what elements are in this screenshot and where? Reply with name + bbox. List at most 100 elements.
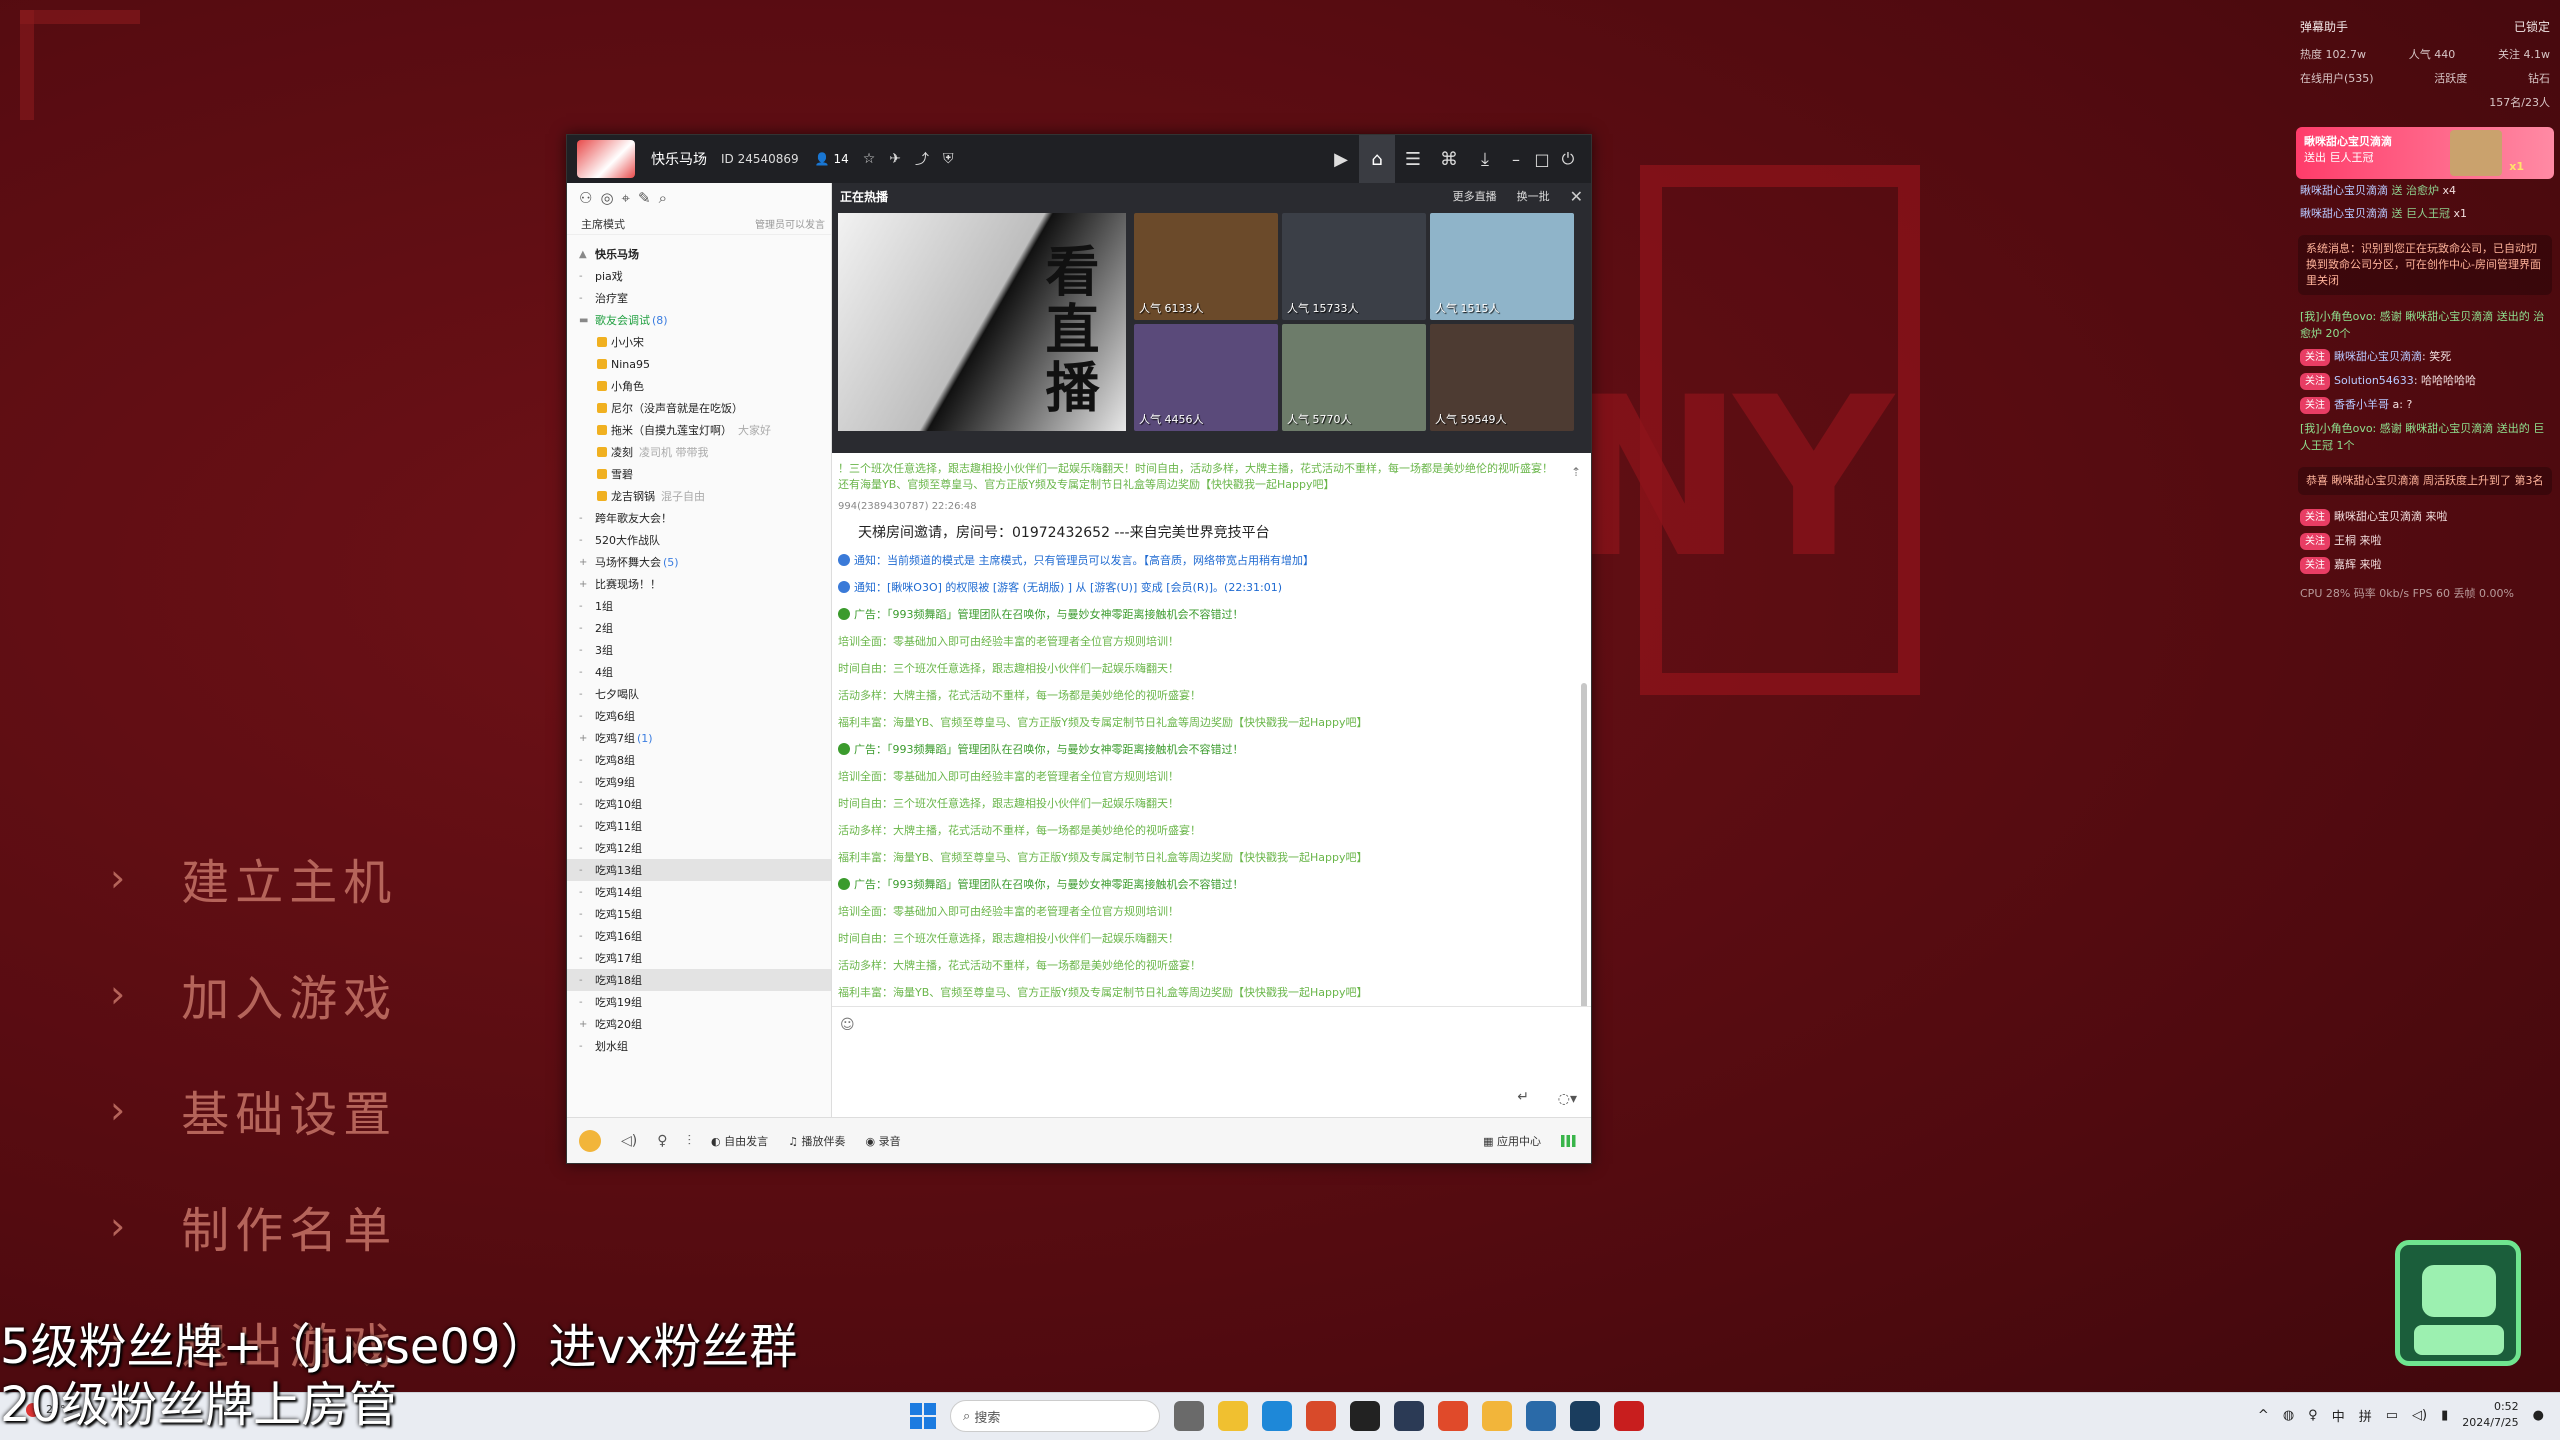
taskbar-search[interactable]: ⌕ 搜索: [950, 1400, 1160, 1432]
expand-toggle-icon[interactable]: -: [579, 645, 589, 656]
channel-item[interactable]: + 吃鸡7组 (1): [567, 727, 831, 749]
ime-mode[interactable]: 中: [2332, 1406, 2345, 1425]
channel-item[interactable]: - 吃鸡14组: [567, 881, 831, 903]
location-icon[interactable]: ⌖: [622, 189, 630, 207]
equalizer-icon[interactable]: ⫶: [688, 1133, 692, 1149]
expand-toggle-icon[interactable]: -: [579, 909, 589, 920]
channel-item[interactable]: -3组: [567, 639, 831, 661]
channel-user[interactable]: 雪碧: [567, 463, 831, 485]
channel-item[interactable]: ▬ 歌友会调试 (8): [567, 309, 831, 331]
danmu-active[interactable]: 活跃度: [2434, 69, 2467, 89]
expand-toggle-icon[interactable]: -: [579, 997, 589, 1008]
channel-item[interactable]: - 吃鸡10组: [567, 793, 831, 815]
danmu-lock-status[interactable]: 已锁定: [2514, 18, 2550, 35]
expand-toggle-icon[interactable]: -: [579, 293, 589, 304]
channel-item[interactable]: - pia戏: [567, 265, 831, 287]
free-speak-button[interactable]: ◐ 自由发言: [711, 1133, 768, 1149]
channel-item[interactable]: - 吃鸡6组: [567, 705, 831, 727]
channel-item[interactable]: - 吃鸡18组: [567, 969, 831, 991]
channel-item[interactable]: -4组: [567, 661, 831, 683]
display-icon[interactable]: ▭: [2386, 1408, 2398, 1423]
channel-user[interactable]: Nina95: [567, 353, 831, 375]
send-icon[interactable]: ↵: [1517, 1089, 1529, 1105]
live-thumbnail[interactable]: 人气 1515人: [1430, 213, 1574, 320]
taskbar-app[interactable]: [1614, 1401, 1644, 1431]
channel-user[interactable]: 小角色: [567, 375, 831, 397]
taskbar-app[interactable]: [1262, 1401, 1292, 1431]
clock[interactable]: 0:52 2024/7/25: [2462, 1399, 2518, 1431]
taskbar-app[interactable]: [1306, 1401, 1336, 1431]
more-live-link[interactable]: 更多直播: [1453, 188, 1497, 204]
expand-toggle-icon[interactable]: +: [579, 557, 589, 568]
channel-item[interactable]: - 吃鸡9组: [567, 771, 831, 793]
channel-user[interactable]: 尼尔（没声音就是在吃饭）: [567, 397, 831, 419]
channel-item[interactable]: -2组: [567, 617, 831, 639]
expand-toggle-icon[interactable]: -: [579, 843, 589, 854]
channel-item[interactable]: - 治疗室: [567, 287, 831, 309]
gamepad-icon[interactable]: ⌘: [1431, 135, 1467, 183]
user-icon[interactable]: ⚇: [579, 189, 592, 207]
expand-toggle-icon[interactable]: -: [579, 887, 589, 898]
expand-toggle-icon[interactable]: -: [579, 513, 589, 524]
channel-item[interactable]: - 七夕喝队: [567, 683, 831, 705]
share-icon[interactable]: ⤴: [915, 149, 929, 169]
menu-host-game[interactable]: › 建立主机: [110, 820, 397, 936]
expand-toggle-icon[interactable]: ▲: [579, 249, 589, 260]
channel-item[interactable]: -1组: [567, 595, 831, 617]
microphone-icon[interactable]: ♀: [657, 1133, 667, 1149]
taskbar-app[interactable]: [1570, 1401, 1600, 1431]
minimize-icon[interactable]: –: [1503, 150, 1529, 169]
mic-icon[interactable]: ♀: [2308, 1408, 2318, 1423]
chat-icon[interactable]: ◎: [600, 189, 613, 207]
taskbar-app[interactable]: [1174, 1401, 1204, 1431]
emoji-icon[interactable]: ☺: [840, 1017, 855, 1033]
download-icon[interactable]: ⤓: [1467, 135, 1503, 183]
taskbar-app[interactable]: [1394, 1401, 1424, 1431]
channel-item[interactable]: - 吃鸡16组: [567, 925, 831, 947]
live-thumbnail[interactable]: 人气 15733人: [1282, 213, 1426, 320]
danmu-online[interactable]: 在线用户(535): [2300, 69, 2374, 89]
expand-toggle-icon[interactable]: -: [579, 601, 589, 612]
channel-user[interactable]: 凌刻 凌司机 带带我: [567, 441, 831, 463]
speaker-icon[interactable]: ◁): [621, 1133, 637, 1149]
chat-input[interactable]: ☺ ↵ ◌▾: [832, 1007, 1591, 1117]
channel-item[interactable]: + 马场怀舞大会 (5): [567, 551, 831, 573]
channel-item[interactable]: - 吃鸡11组: [567, 815, 831, 837]
channel-logo[interactable]: [577, 140, 635, 178]
expand-toggle-icon[interactable]: -: [579, 623, 589, 634]
notification-icon[interactable]: ●: [2533, 1408, 2544, 1423]
taskbar-app[interactable]: [1218, 1401, 1248, 1431]
expand-toggle-icon[interactable]: -: [579, 821, 589, 832]
expand-toggle-icon[interactable]: -: [579, 667, 589, 678]
expand-toggle-icon[interactable]: +: [579, 579, 589, 590]
message-options-icon[interactable]: ◌▾: [1558, 1091, 1577, 1107]
expand-toggle-icon[interactable]: -: [579, 755, 589, 766]
channel-item[interactable]: - 吃鸡8组: [567, 749, 831, 771]
featured-live-banner[interactable]: 看直播: [838, 213, 1126, 431]
video-icon[interactable]: ▶: [1323, 135, 1359, 183]
live-thumbnail[interactable]: 人气 4456人: [1134, 324, 1278, 431]
menu-settings[interactable]: › 基础设置: [110, 1052, 397, 1168]
record-button[interactable]: ◉ 录音: [865, 1133, 900, 1149]
taskbar-app[interactable]: [1438, 1401, 1468, 1431]
chat-scrollbar[interactable]: [1581, 683, 1587, 1006]
expand-toggle-icon[interactable]: -: [579, 535, 589, 546]
battery-icon[interactable]: ▮: [2441, 1408, 2448, 1423]
expand-toggle-icon[interactable]: -: [579, 931, 589, 942]
expand-toggle-icon[interactable]: -: [579, 975, 589, 986]
avatar[interactable]: [579, 1129, 601, 1152]
home-icon[interactable]: ⌂: [1359, 135, 1395, 183]
start-button[interactable]: [910, 1403, 936, 1429]
menu-credits[interactable]: › 制作名单: [110, 1168, 397, 1284]
maximize-icon[interactable]: □: [1529, 150, 1555, 169]
live-thumbnail[interactable]: 人气 59549人: [1430, 324, 1574, 431]
channel-user[interactable]: 小小宋: [567, 331, 831, 353]
network-icon[interactable]: ◍: [2283, 1408, 2294, 1423]
app-center-button[interactable]: ▦ 应用中心: [1483, 1133, 1541, 1149]
channel-item[interactable]: - 吃鸡15组: [567, 903, 831, 925]
channel-item[interactable]: - 吃鸡12组: [567, 837, 831, 859]
channel-item[interactable]: -520大作战队: [567, 529, 831, 551]
live-thumbnail[interactable]: 人气 6133人: [1134, 213, 1278, 320]
channel-item[interactable]: - 划水组: [567, 1035, 831, 1057]
expand-toggle-icon[interactable]: +: [579, 1019, 589, 1030]
